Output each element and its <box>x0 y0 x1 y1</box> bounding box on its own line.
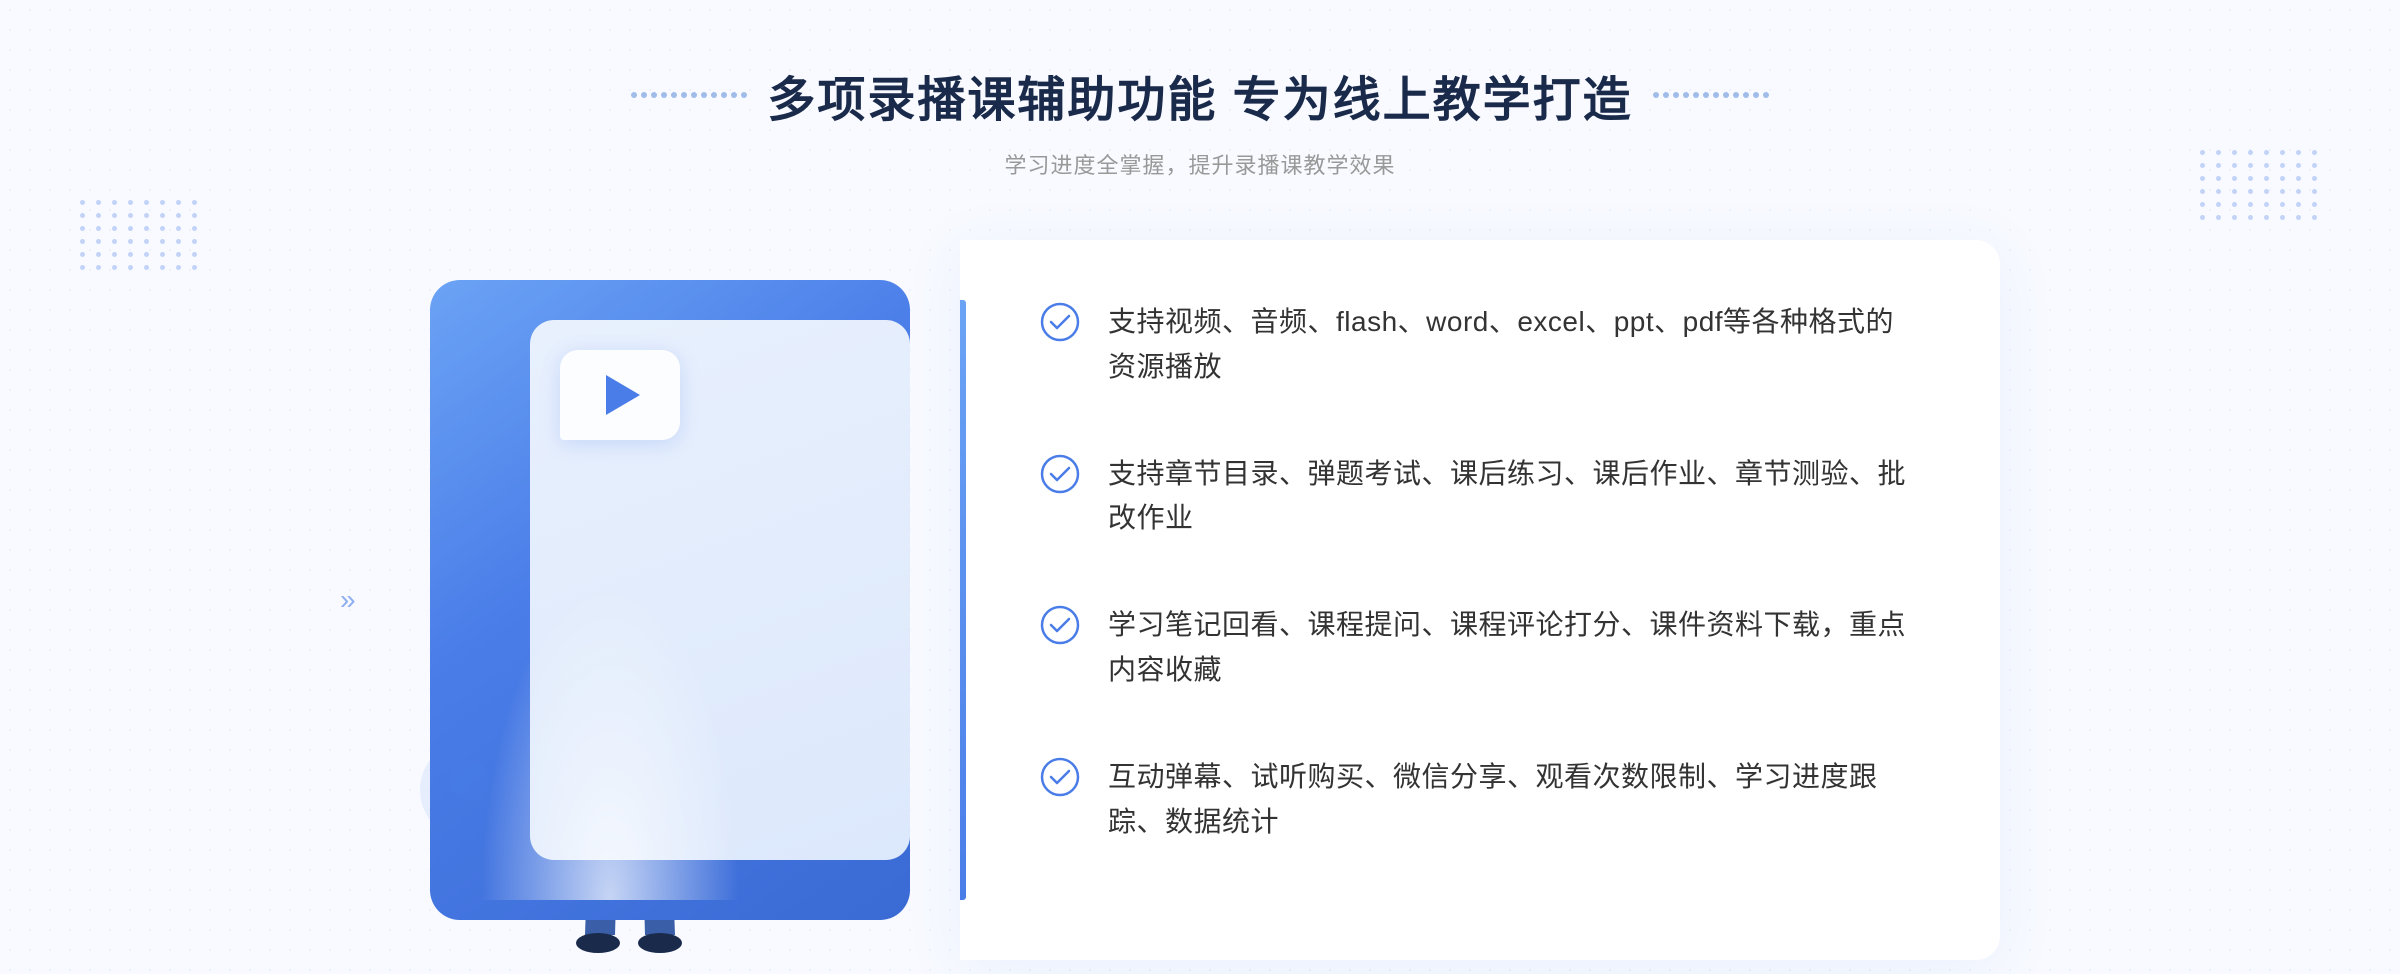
check-icon-2 <box>1040 454 1080 494</box>
page-wrapper: 多项录播课辅助功能 专为线上教学打造 学习进度全掌握，提升录播课教学效果 » <box>0 0 2400 974</box>
main-title: 多项录播课辅助功能 专为线上教学打造 <box>767 60 1632 130</box>
illustration-area: » <box>400 240 960 960</box>
feature-item-4: 互动弹幕、试听购买、微信分享、观看次数限制、学习进度跟踪、数据统计 <box>1040 755 1920 845</box>
feature-text-1: 支持视频、音频、flash、word、excel、ppt、pdf等各种格式的资源… <box>1108 300 1920 390</box>
feature-item-2: 支持章节目录、弹题考试、课后练习、课后作业、章节测验、批改作业 <box>1040 452 1920 542</box>
content-section: » <box>400 240 2000 960</box>
left-arrows: » <box>340 584 356 616</box>
features-area: 支持视频、音频、flash、word、excel、ppt、pdf等各种格式的资源… <box>960 240 2000 960</box>
dot-cluster-left <box>80 200 200 270</box>
dot-cluster-right <box>2200 150 2320 220</box>
title-dots-left <box>631 92 747 98</box>
feature-text-3: 学习笔记回看、课程提问、课程评论打分、课件资料下载，重点内容收藏 <box>1108 603 1920 693</box>
light-cone <box>480 580 740 900</box>
title-dots-right <box>1653 92 1769 98</box>
check-icon-1 <box>1040 302 1080 342</box>
title-row: 多项录播课辅助功能 专为线上教学打造 <box>631 60 1768 130</box>
feature-text-4: 互动弹幕、试听购买、微信分享、观看次数限制、学习进度跟踪、数据统计 <box>1108 755 1920 845</box>
feature-item-1: 支持视频、音频、flash、word、excel、ppt、pdf等各种格式的资源… <box>1040 300 1920 390</box>
feature-item-3: 学习笔记回看、课程提问、课程评论打分、课件资料下载，重点内容收藏 <box>1040 603 1920 693</box>
subtitle: 学习进度全掌握，提升录播课教学效果 <box>631 148 1768 180</box>
header-section: 多项录播课辅助功能 专为线上教学打造 学习进度全掌握，提升录播课教学效果 <box>631 60 1768 180</box>
play-triangle <box>606 375 640 415</box>
play-bubble <box>560 350 680 440</box>
check-icon-4 <box>1040 757 1080 797</box>
check-icon-3 <box>1040 605 1080 645</box>
arrow-icon: » <box>340 584 356 616</box>
feature-text-2: 支持章节目录、弹题考试、课后练习、课后作业、章节测验、批改作业 <box>1108 452 1920 542</box>
